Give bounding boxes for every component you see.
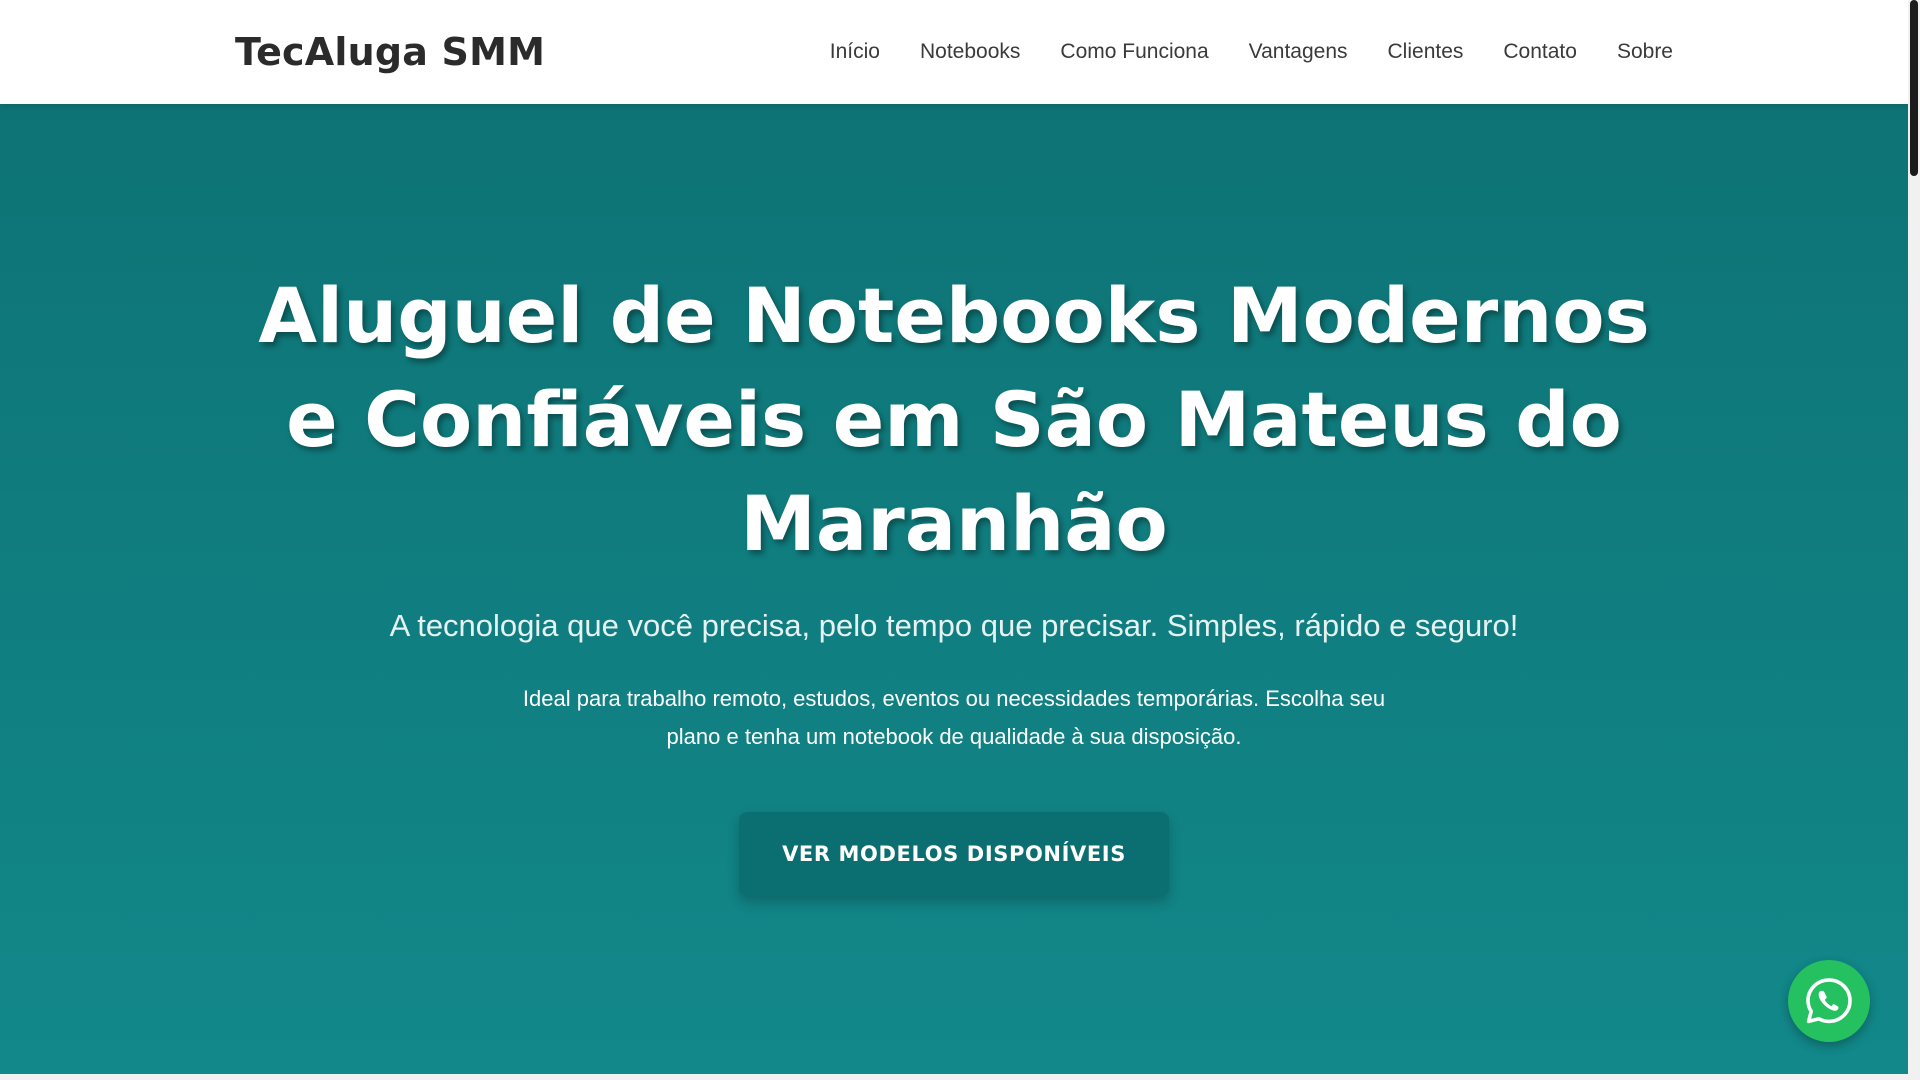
- nav-link-inicio[interactable]: Início: [830, 40, 880, 64]
- scrollbar-thumb[interactable]: [1910, 0, 1918, 176]
- page-scrollbar[interactable]: [1908, 0, 1920, 1080]
- brand-logo[interactable]: TecAluga SMM: [235, 30, 545, 74]
- hero-title: Aluguel de Notebooks Modernos e Confiáve…: [258, 271, 1650, 568]
- nav-link-clientes[interactable]: Clientes: [1388, 40, 1464, 64]
- page: TecAluga SMM Início Notebooks Como Funci…: [0, 0, 1920, 1080]
- nav-link-sobre[interactable]: Sobre: [1617, 40, 1673, 64]
- nav-link-vantagens[interactable]: Vantagens: [1249, 40, 1348, 64]
- nav-link-notebooks[interactable]: Notebooks: [920, 40, 1020, 64]
- site-header: TecAluga SMM Início Notebooks Como Funci…: [0, 0, 1908, 104]
- hero-description: Ideal para trabalho remoto, estudos, eve…: [522, 686, 1386, 749]
- main-nav: Início Notebooks Como Funciona Vantagens…: [790, 40, 1673, 64]
- whatsapp-float-button[interactable]: [1788, 960, 1870, 1042]
- view-models-button[interactable]: VER MODELOS DISPONÍVEIS: [739, 812, 1169, 896]
- nav-link-contato[interactable]: Contato: [1503, 40, 1577, 64]
- hero-subtitle: A tecnologia que você precisa, pelo temp…: [389, 608, 1519, 643]
- hero-section: Aluguel de Notebooks Modernos e Confiáve…: [0, 104, 1908, 1074]
- whatsapp-icon: [1806, 978, 1852, 1024]
- section-divider: [0, 1074, 1908, 1080]
- nav-link-como-funciona[interactable]: Como Funciona: [1060, 40, 1208, 64]
